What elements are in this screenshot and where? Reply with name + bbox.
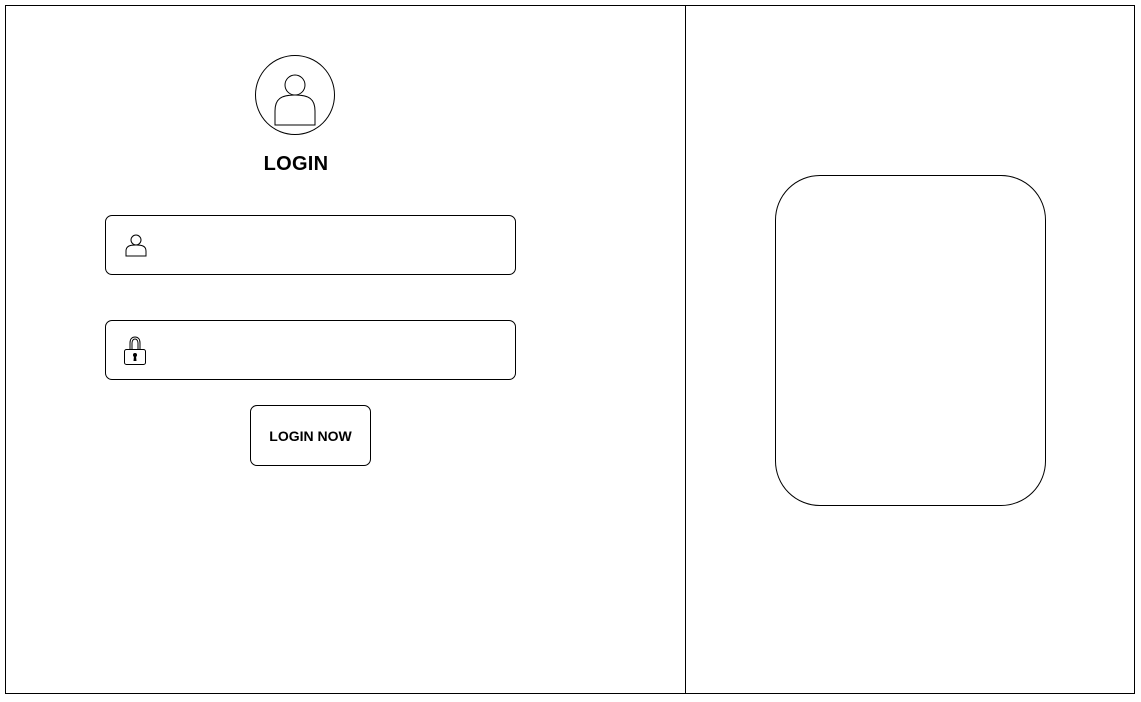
password-field[interactable] xyxy=(105,320,516,380)
page-frame: LOGIN LOGIN NOW xyxy=(5,5,1135,694)
lock-icon xyxy=(121,335,151,367)
user-icon xyxy=(121,230,151,262)
login-panel: LOGIN LOGIN NOW xyxy=(6,6,686,693)
page-title: LOGIN xyxy=(263,153,329,175)
login-now-button[interactable]: LOGIN NOW xyxy=(250,405,371,466)
image-placeholder xyxy=(775,175,1046,506)
password-input[interactable] xyxy=(158,331,503,369)
user-avatar-icon xyxy=(255,55,335,135)
image-panel xyxy=(686,6,1134,693)
username-input[interactable] xyxy=(158,226,503,264)
username-field[interactable] xyxy=(105,215,516,275)
